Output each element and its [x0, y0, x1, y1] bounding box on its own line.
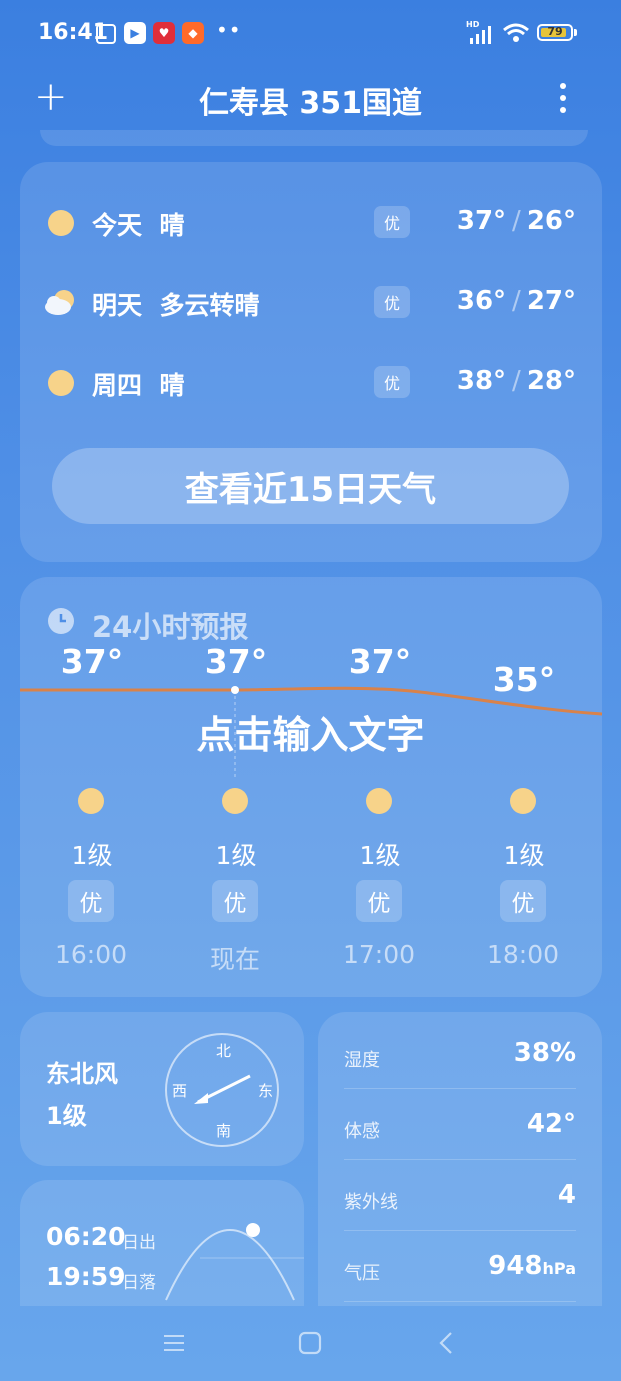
wind-direction: 东北风	[46, 1060, 118, 1088]
sun-icon	[48, 370, 74, 396]
hour-wind: 1级	[215, 841, 257, 870]
sunset-label: 日落	[122, 1273, 156, 1293]
hour-label: 16:00	[54, 940, 128, 969]
feels-like-row: 体感 42°	[344, 1103, 576, 1160]
wind-card[interactable]: 东北风 1级 北 南 东 西	[20, 1012, 304, 1166]
partly-cloudy-icon	[45, 290, 74, 315]
hour-wind: 1级	[71, 841, 113, 870]
taobao-app-icon: ◆	[182, 22, 204, 44]
menu-icon	[164, 1335, 184, 1351]
more-notifications-icon: ••	[216, 18, 242, 42]
wifi-icon	[503, 23, 529, 42]
compass-west: 西	[172, 1082, 188, 1100]
sun-arc-icon	[165, 1223, 304, 1301]
app-notification-icon	[96, 24, 116, 44]
shopping-app-icon: ♥	[153, 22, 175, 44]
sun-icon	[510, 788, 536, 814]
hour-wind: 1级	[359, 841, 401, 870]
wind-level: 1级	[46, 1102, 87, 1130]
daily-temps: 37°/26°	[456, 206, 576, 236]
view-15-day-forecast-button[interactable]: 查看近15日天气	[52, 448, 569, 524]
status-bar: 16:41 ▶ ♥ ◆ •• HD 79	[0, 0, 621, 66]
compass-east: 东	[258, 1082, 274, 1100]
sun-icon	[48, 210, 74, 236]
home-square-icon	[298, 1331, 322, 1355]
home-button[interactable]	[298, 1331, 322, 1359]
hour-aqi-badge: 优	[212, 880, 258, 922]
back-icon	[439, 1332, 452, 1354]
hour-label: 18:00	[486, 940, 560, 969]
clock-icon	[48, 608, 74, 634]
hour-aqi-badge: 优	[68, 880, 114, 922]
hourly-title: 24小时预报	[92, 610, 249, 644]
sunrise-sunset-card[interactable]: 06:20 日出 19:59 日落	[20, 1180, 304, 1306]
sunset-time: 19:59	[46, 1262, 126, 1291]
pressure-row: 气压 948hPa	[344, 1245, 576, 1302]
back-button[interactable]	[436, 1331, 456, 1359]
daily-row-today[interactable]: 今天 晴 优 37°/26°	[20, 182, 602, 262]
hour-label: 现在	[209, 945, 260, 974]
sunrise-label: 日出	[122, 1233, 156, 1253]
daily-temps: 36°/27°	[456, 286, 576, 316]
hour-aqi-badge: 优	[356, 880, 402, 922]
hour-aqi-badge: 优	[500, 880, 546, 922]
recent-apps-button[interactable]	[162, 1332, 186, 1358]
aqi-badge: 优	[374, 366, 410, 398]
daily-row-thursday[interactable]: 周四 晴 优 38°/28°	[20, 342, 602, 422]
previous-card-edge	[40, 130, 588, 146]
humidity-row: 湿度 38%	[344, 1032, 576, 1089]
sun-icon	[222, 788, 248, 814]
aqi-badge: 优	[374, 206, 410, 238]
video-app-icon: ▶	[124, 22, 146, 44]
sun-icon	[366, 788, 392, 814]
text-overlay-hint[interactable]: 点击输入文字	[0, 704, 621, 759]
hour-label: 17:00	[342, 940, 416, 969]
daily-row-tomorrow[interactable]: 明天 多云转晴 优 36°/27°	[20, 262, 602, 342]
sunrise-time: 06:20	[46, 1222, 126, 1251]
page-title: 仁寿县 351国道	[198, 86, 423, 121]
sun-icon	[78, 788, 104, 814]
uv-row: 紫外线 4	[344, 1174, 576, 1231]
hour-wind: 1级	[503, 841, 545, 870]
details-card: 湿度 38% 体感 42° 紫外线 4 气压 948hPa	[318, 1012, 602, 1306]
compass-south: 南	[216, 1122, 232, 1140]
battery-icon: 79	[537, 24, 573, 41]
navigation-bar	[0, 1306, 621, 1381]
compass-north: 北	[216, 1042, 232, 1060]
signal-icon	[470, 26, 491, 44]
aqi-badge: 优	[374, 286, 410, 318]
more-options-button[interactable]	[560, 83, 566, 119]
daily-temps: 38°/28°	[456, 366, 576, 396]
